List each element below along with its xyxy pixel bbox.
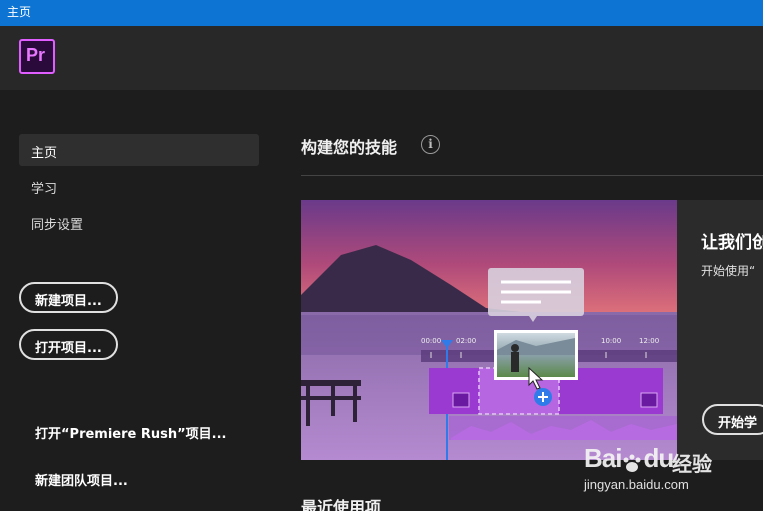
sidebar-item-label: 主页 [31, 146, 58, 161]
open-project-button[interactable]: 打开项目... [19, 329, 118, 360]
sidebar-item-sync-settings[interactable]: 同步设置 [19, 206, 259, 238]
jingyan-url: jingyan.baidu.com [584, 477, 689, 492]
sunset-lake-image [301, 200, 677, 460]
tutorial-illustration: 00:00 02:00 10:00 12:00 [301, 200, 677, 460]
app-header: Pr [0, 26, 763, 90]
baidu-logo: Bai du [584, 443, 674, 474]
window-titlebar: 主页 [0, 0, 763, 26]
timecode-label: 00:00 [421, 337, 442, 345]
new-project-button[interactable]: 新建项目... [19, 282, 118, 313]
timecode-label: 10:00 [601, 337, 622, 345]
logo-text: Pr [26, 45, 46, 65]
baidu-logo-text: Bai [584, 443, 622, 473]
open-rush-project-link[interactable]: 打开“Premiere Rush”项目... [35, 423, 227, 442]
section-divider [301, 175, 763, 176]
start-learning-button[interactable]: 开始学 [702, 404, 763, 435]
card-heading: 让我们创 [701, 233, 763, 253]
paw-icon [621, 450, 643, 473]
jingyan-text: 经验 [672, 452, 712, 476]
timecode-label: 12:00 [639, 337, 660, 345]
sidebar-item-learn[interactable]: 学习 [19, 170, 259, 202]
baidu-logo-suffix: du [643, 443, 674, 473]
sidebar-item-label: 学习 [31, 182, 58, 197]
sidebar-item-label: 同步设置 [31, 218, 84, 233]
premiere-pro-logo: Pr [19, 39, 55, 74]
window-title: 主页 [7, 5, 32, 19]
sidebar-item-home[interactable]: 主页 [19, 134, 259, 166]
baidu-watermark: Bai du 经验 jingyan.baidu.com [584, 443, 754, 495]
section-title: 构建您的技能 [301, 138, 398, 157]
card-subtitle: 开始使用“ [701, 264, 756, 278]
card-text-panel: 让我们创 开始使用“ 开始学 [677, 200, 763, 460]
tutorial-card[interactable]: 00:00 02:00 10:00 12:00 让我们创 开始使用“ 开始学 [301, 200, 763, 460]
timecode-label: 02:00 [456, 337, 477, 345]
recent-items-title: 最近使用项 [301, 498, 382, 511]
info-icon[interactable]: i [421, 135, 440, 154]
new-team-project-link[interactable]: 新建团队项目... [35, 470, 128, 489]
